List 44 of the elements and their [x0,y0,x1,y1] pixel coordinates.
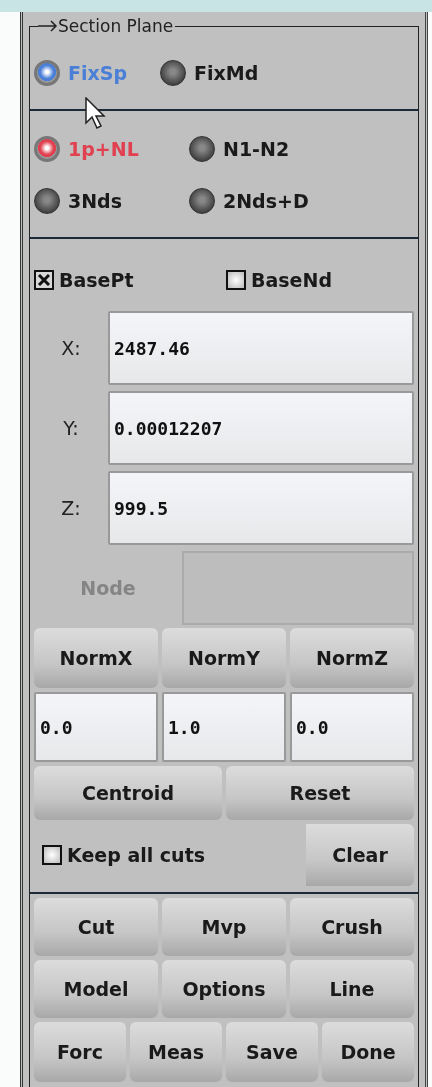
coordinate-label: Z: [60,496,82,521]
action-button[interactable]: Save [226,1022,318,1082]
radio-label: 3Nds [68,190,123,212]
normal-button[interactable]: NormY [162,628,286,688]
coordinate-field[interactable]: 2487.46 [108,311,414,385]
action-button[interactable]: Forc [34,1022,126,1082]
point-button[interactable]: Centroid [34,766,222,820]
checkbox[interactable]: Keep all cuts [42,844,282,866]
radio-option[interactable]: N1-N2 [189,136,344,162]
normal-button[interactable]: NormZ [290,628,414,688]
radio-label: N1-N2 [223,138,290,160]
action-button[interactable]: Line [290,960,414,1018]
action-button[interactable]: Cut [34,898,158,956]
action-button[interactable]: Mvp [162,898,286,956]
coordinate-label: Y: [62,416,80,441]
normal-field[interactable]: 1.0 [162,692,286,762]
checkbox[interactable]: BaseNd [226,269,396,291]
mouse-cursor-icon [85,97,107,129]
section-title: Section Plane [58,16,174,36]
radio-label: FixMd [194,62,259,84]
coordinate-field[interactable]: 999.5 [108,471,414,545]
radio-label: FixSp [68,62,128,84]
point-button[interactable]: Reset [226,766,414,820]
checkbox[interactable]: BasePt [34,269,226,291]
clear-button[interactable]: Clear [306,824,414,886]
radio-label: 2Nds+D [223,190,309,212]
node-label: Node [79,576,137,601]
action-button[interactable]: Options [162,960,286,1018]
checkbox-label: BasePt [59,269,134,291]
radio-option[interactable]: 2Nds+D [189,188,344,214]
normal-field[interactable]: 0.0 [290,692,414,762]
action-button[interactable]: Model [34,960,158,1018]
radio-option[interactable]: FixMd [160,60,290,86]
checkbox-label: Keep all cuts [67,844,206,866]
radio-label: 1p+NL [68,138,139,160]
checkbox-label: BaseNd [251,269,332,291]
action-button[interactable]: Meas [130,1022,222,1082]
normal-button[interactable]: NormX [34,628,158,688]
radio-option[interactable]: 3Nds [34,188,189,214]
normal-field[interactable]: 0.0 [34,692,158,762]
coordinate-label: X: [60,336,82,361]
action-button[interactable]: Done [322,1022,414,1082]
coordinate-field[interactable]: 0.00012207 [108,391,414,465]
action-button[interactable]: Crush [290,898,414,956]
